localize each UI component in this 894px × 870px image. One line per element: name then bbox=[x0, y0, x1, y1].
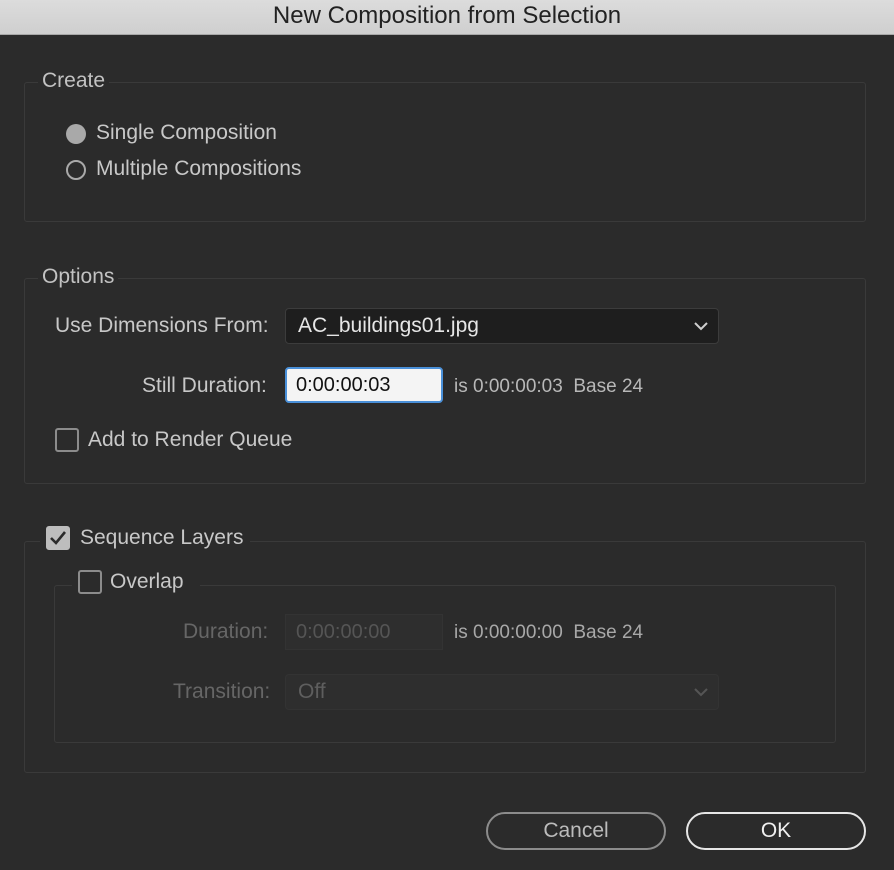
still-duration-input[interactable]: 0:00:00:03 bbox=[285, 367, 443, 403]
window-title: New Composition from Selection bbox=[0, 0, 894, 35]
transition-value: Off bbox=[298, 680, 326, 703]
chevron-down-icon bbox=[694, 688, 708, 697]
multiple-compositions-radio[interactable] bbox=[66, 160, 86, 180]
transition-label: Transition: bbox=[173, 680, 271, 703]
overlap-label[interactable]: Overlap bbox=[110, 570, 184, 594]
dimensions-value: AC_buildings01.jpg bbox=[298, 314, 479, 337]
still-duration-info: is 0:00:00:03 Base 24 bbox=[454, 376, 644, 397]
ok-button[interactable]: OK bbox=[686, 812, 866, 850]
checkmark-icon bbox=[50, 531, 67, 545]
still-duration-label: Still Duration: bbox=[142, 374, 267, 397]
render-queue-checkbox[interactable] bbox=[55, 428, 79, 452]
sequence-layers-checkbox[interactable] bbox=[46, 526, 70, 550]
transition-dropdown: Off bbox=[285, 674, 719, 710]
create-group bbox=[24, 82, 866, 222]
duration-label: Duration: bbox=[183, 620, 269, 643]
single-composition-radio[interactable] bbox=[66, 124, 86, 144]
options-legend: Options bbox=[38, 265, 119, 289]
overlap-group bbox=[54, 585, 836, 743]
dimensions-label: Use Dimensions From: bbox=[55, 314, 269, 337]
multiple-compositions-label[interactable]: Multiple Compositions bbox=[96, 157, 301, 181]
sequence-layers-label[interactable]: Sequence Layers bbox=[80, 526, 243, 550]
duration-input: 0:00:00:00 bbox=[285, 614, 443, 650]
chevron-down-icon bbox=[694, 322, 708, 331]
dimensions-dropdown[interactable]: AC_buildings01.jpg bbox=[285, 308, 719, 344]
render-queue-label[interactable]: Add to Render Queue bbox=[88, 428, 292, 452]
overlap-checkbox[interactable] bbox=[78, 570, 102, 594]
duration-info: is 0:00:00:00 Base 24 bbox=[454, 622, 644, 643]
single-composition-label[interactable]: Single Composition bbox=[96, 121, 277, 145]
cancel-button[interactable]: Cancel bbox=[486, 812, 666, 850]
create-legend: Create bbox=[38, 69, 110, 93]
